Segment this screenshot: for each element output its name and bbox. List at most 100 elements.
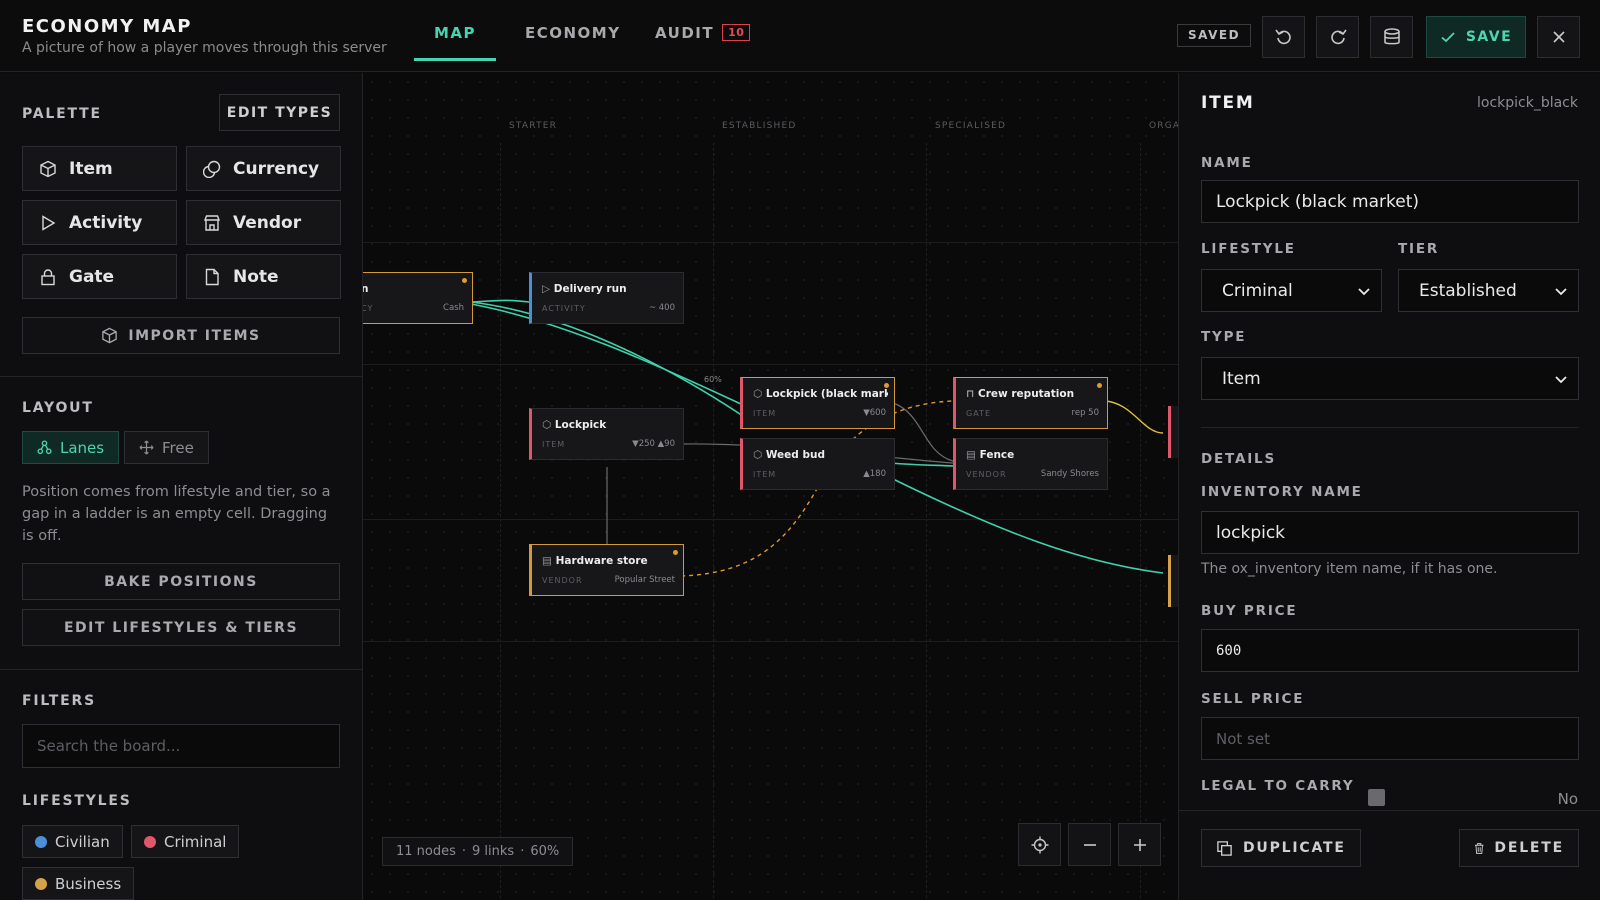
node-weed-bud[interactable]: ⬡ Weed bud ITEM ▲180 bbox=[740, 438, 895, 490]
palette-activity-button[interactable]: Activity bbox=[22, 200, 177, 245]
play-icon: ▷ bbox=[542, 283, 554, 295]
map-canvas[interactable]: STARTER ESTABLISHED SPECIALISED ORGA 60%… bbox=[363, 73, 1178, 900]
edge-weed-fence bbox=[890, 462, 954, 467]
lifestyle-chip-criminal[interactable]: Criminal bbox=[131, 825, 240, 858]
legal-to-carry-checkbox[interactable] bbox=[1368, 789, 1385, 806]
node-fence[interactable]: ▤ Fence VENDOR Sandy Shores bbox=[953, 438, 1108, 490]
board-search-input[interactable] bbox=[22, 724, 340, 768]
play-icon bbox=[42, 214, 56, 231]
import-items-button[interactable]: IMPORT ITEMS bbox=[22, 317, 340, 354]
palette-heading: PALETTE bbox=[22, 106, 102, 122]
edge-label: 60% bbox=[704, 375, 722, 384]
undo-button[interactable] bbox=[1262, 16, 1305, 58]
warning-dot bbox=[673, 550, 678, 555]
sell-price-field[interactable]: Not set bbox=[1201, 717, 1579, 760]
layout-heading: LAYOUT bbox=[22, 400, 94, 416]
name-label: NAME bbox=[1201, 155, 1253, 171]
bake-positions-button[interactable]: BAKE POSITIONS bbox=[22, 563, 340, 600]
chevron-down-icon bbox=[1358, 287, 1370, 295]
node-lockpick-black-market[interactable]: ⬡ Lockpick (black mark... ITEM ▼600 bbox=[740, 377, 895, 429]
saved-status-badge: SAVED bbox=[1177, 24, 1251, 47]
palette-currency-button[interactable]: Currency bbox=[186, 146, 341, 191]
tab-economy[interactable]: ECONOMY bbox=[505, 24, 641, 58]
left-sidebar: PALETTE EDIT TYPES Item Currency Activit… bbox=[0, 73, 363, 900]
delete-button[interactable]: DELETE bbox=[1459, 829, 1579, 867]
palette-gate-button[interactable]: Gate bbox=[22, 254, 177, 299]
cube-icon bbox=[102, 327, 118, 344]
close-icon bbox=[1552, 31, 1565, 43]
check-icon bbox=[1441, 32, 1455, 43]
redo-icon bbox=[1330, 29, 1347, 45]
palette-note-button[interactable]: Note bbox=[186, 254, 341, 299]
node-offscreen[interactable] bbox=[1168, 406, 1178, 458]
cube-icon: ⬡ bbox=[542, 419, 555, 431]
node-delivery-run[interactable]: ▷ Delivery run ACTIVITY ~ 400 bbox=[529, 272, 684, 324]
inventory-name-label: INVENTORY NAME bbox=[1201, 484, 1363, 500]
type-label: TYPE bbox=[1201, 329, 1247, 345]
node-hardware-store[interactable]: ▤ Hardware store VENDOR Popular Street bbox=[529, 544, 684, 596]
cube-icon bbox=[40, 160, 56, 177]
database-button[interactable] bbox=[1370, 16, 1413, 58]
edge-weed-outbound bbox=[890, 477, 1164, 574]
legal-to-carry-value: No bbox=[1557, 790, 1578, 808]
node-crew-reputation[interactable]: ⊓ Crew reputation GATE rep 50 bbox=[953, 377, 1108, 429]
recenter-button[interactable] bbox=[1018, 823, 1061, 866]
type-select[interactable]: Item bbox=[1201, 357, 1579, 400]
store-icon: ▤ bbox=[542, 555, 556, 567]
tab-map[interactable]: MAP bbox=[414, 24, 497, 61]
edit-types-button[interactable]: EDIT TYPES bbox=[219, 94, 340, 131]
filters-heading: FILTERS bbox=[22, 693, 96, 709]
legal-to-carry-label: LEGAL TO CARRY bbox=[1201, 778, 1355, 794]
lifestyle-chip-business[interactable]: Business bbox=[22, 867, 135, 900]
move-icon bbox=[139, 440, 154, 455]
inspector-node-id: lockpick_black bbox=[1476, 95, 1578, 111]
note-icon bbox=[205, 268, 219, 285]
node-lockpick[interactable]: ⬡ Lockpick ITEM ▼250 ▲90 bbox=[529, 408, 684, 460]
page-subtitle: A picture of how a player moves through … bbox=[22, 40, 387, 56]
cube-icon: ⬡ bbox=[753, 449, 766, 461]
lanes-icon bbox=[37, 440, 52, 455]
inspector-title: ITEM bbox=[1201, 93, 1255, 113]
trash-icon bbox=[1474, 842, 1484, 854]
tab-audit[interactable]: AUDIT 10 bbox=[635, 24, 770, 58]
redo-button[interactable] bbox=[1316, 16, 1359, 58]
panel-divider bbox=[1201, 427, 1579, 428]
civilian-color-dot bbox=[35, 835, 47, 848]
close-button[interactable] bbox=[1537, 16, 1580, 58]
zoom-out-button[interactable] bbox=[1068, 823, 1111, 866]
chevron-down-icon bbox=[1555, 375, 1567, 383]
name-field[interactable]: Lockpick (black market) bbox=[1201, 180, 1579, 223]
coins-icon bbox=[203, 160, 221, 178]
edge-crew-outbound bbox=[1104, 400, 1164, 434]
layout-free-toggle[interactable]: Free bbox=[124, 431, 209, 464]
duplicate-button[interactable]: DUPLICATE bbox=[1201, 829, 1361, 867]
palette-item-button[interactable]: Item bbox=[22, 146, 177, 191]
save-button[interactable]: SAVE bbox=[1426, 16, 1526, 58]
inventory-name-field[interactable]: lockpick bbox=[1201, 511, 1579, 554]
store-icon: ▤ bbox=[966, 449, 980, 461]
tier-select[interactable]: Established bbox=[1398, 269, 1579, 312]
database-icon bbox=[1383, 28, 1400, 45]
warning-dot bbox=[1097, 383, 1102, 388]
edit-lifestyles-button[interactable]: EDIT LIFESTYLES & TIERS bbox=[22, 609, 340, 646]
details-heading: DETAILS bbox=[1201, 451, 1276, 467]
lifestyle-chip-civilian[interactable]: Civilian bbox=[22, 825, 123, 858]
sell-price-label: SELL PRICE bbox=[1201, 691, 1305, 707]
crosshair-icon bbox=[1031, 836, 1048, 853]
sidebar-divider bbox=[0, 669, 362, 670]
buy-price-label: BUY PRICE bbox=[1201, 603, 1298, 619]
node-cash[interactable]: n CY Cash bbox=[363, 272, 473, 324]
layout-lanes-toggle[interactable]: Lanes bbox=[22, 431, 120, 464]
business-color-dot bbox=[35, 877, 47, 890]
copy-icon bbox=[1217, 840, 1232, 856]
tier-label: TIER bbox=[1398, 241, 1440, 257]
lock-icon: ⊓ bbox=[966, 388, 979, 400]
node-offscreen[interactable] bbox=[1168, 555, 1178, 607]
minus-icon bbox=[1083, 843, 1096, 846]
audit-count-badge: 10 bbox=[722, 24, 751, 41]
zoom-in-button[interactable] bbox=[1118, 823, 1161, 866]
lifestyle-select[interactable]: Criminal bbox=[1201, 269, 1382, 312]
palette-vendor-button[interactable]: Vendor bbox=[186, 200, 341, 245]
edge-cash-delivery bbox=[470, 299, 530, 303]
buy-price-field[interactable]: 600 bbox=[1201, 629, 1579, 672]
